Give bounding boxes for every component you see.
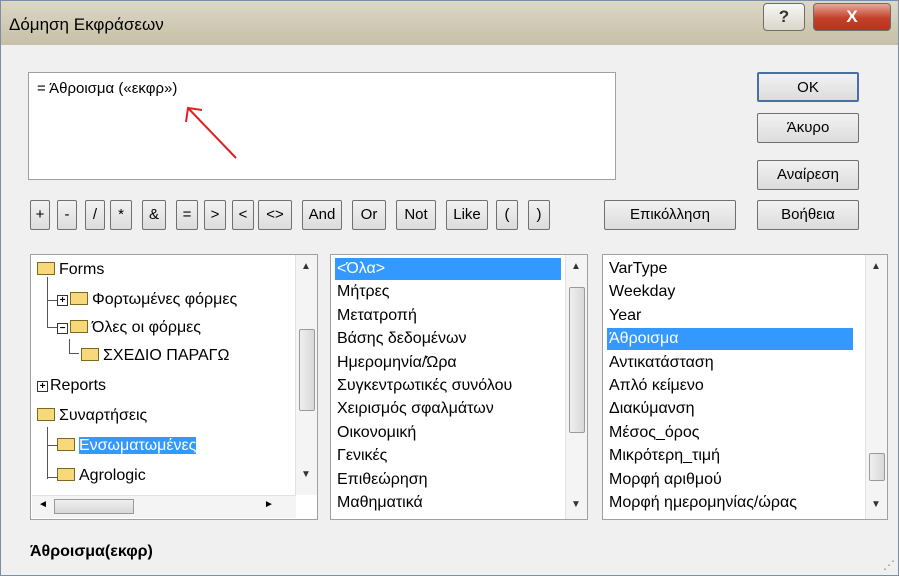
category-item[interactable]: Βάσης δεδομένων (337, 328, 467, 350)
folder-icon (70, 320, 88, 333)
tree-item-loaded-forms[interactable]: + Φορτωμένες φόρμες (57, 289, 237, 311)
expression-input[interactable]: = Άθροισμα («εκφρ») (28, 72, 616, 180)
category-item[interactable]: Μαθηματικά (337, 492, 423, 514)
function-item[interactable]: Weekday (609, 281, 675, 303)
annotation-arrow-icon (185, 106, 237, 159)
category-item[interactable]: Ημερομηνία/Ώρα (337, 352, 457, 374)
folder-icon (57, 468, 75, 481)
function-item[interactable]: VarType (609, 258, 667, 280)
scroll-up-icon[interactable]: ▲ (571, 261, 581, 272)
category-list[interactable]: <Όλα> Μήτρες Μετατροπή Βάσης δεδομένων Ημερο… (330, 254, 588, 520)
paste-button[interactable]: Επικόλληση (604, 200, 736, 230)
help-button[interactable]: Βοήθεια (757, 200, 859, 230)
tree-item-forms[interactable]: Forms (37, 259, 104, 281)
undo-button[interactable]: Αναίρεση (757, 160, 859, 190)
category-vertical-scrollbar[interactable]: ▲ ▼ (565, 255, 587, 519)
category-item[interactable]: Μήτρες (337, 281, 390, 303)
cancel-button[interactable]: Άκυρο (757, 113, 859, 143)
tree-item-builtin-label: Ενσωματωμένες (79, 437, 197, 454)
function-item[interactable]: Μορφή αριθμού (609, 469, 722, 491)
category-item[interactable]: <Όλα> (335, 258, 561, 280)
folder-open-icon (37, 408, 55, 421)
scroll-right-icon[interactable]: ► (264, 499, 274, 510)
tree-horizontal-scrollbar[interactable]: ◄ ► (32, 495, 296, 518)
scroll-thumb[interactable] (299, 329, 315, 411)
tree-item-builtin[interactable]: Ενσωματωμένες (57, 435, 197, 457)
function-item[interactable]: Διακύμανση (609, 398, 694, 420)
scroll-thumb[interactable] (54, 499, 134, 514)
dialog-title: Δόμηση Εκφράσεων (9, 15, 164, 34)
category-item[interactable]: Επιθεώρηση (337, 469, 428, 491)
collapse-minus-icon[interactable]: − (57, 323, 68, 334)
function-vertical-scrollbar[interactable]: ▲ ▼ (865, 255, 887, 519)
expand-plus-icon[interactable]: + (57, 295, 68, 306)
scroll-down-icon[interactable]: ▼ (571, 499, 581, 510)
function-item[interactable]: Απλό κείμενο (609, 375, 704, 397)
expression-text: = Άθροισμα («εκφρ») (37, 80, 178, 97)
operator-button[interactable]: / (85, 200, 105, 230)
operator-button[interactable]: + (30, 200, 50, 230)
function-item[interactable]: Αντικατάσταση (609, 352, 714, 374)
operator-button[interactable]: * (110, 200, 132, 230)
operator-button[interactable]: Not (396, 200, 436, 230)
category-item[interactable]: Μετατροπή (337, 305, 417, 327)
function-item[interactable]: Μικρότερη_τιμή (609, 445, 720, 467)
scroll-thumb[interactable] (569, 287, 585, 433)
tree-item-functions[interactable]: Συναρτήσεις (37, 405, 147, 427)
scroll-down-icon[interactable]: ▼ (301, 469, 311, 480)
scroll-left-icon[interactable]: ◄ (38, 499, 48, 510)
title-help-button[interactable]: ? (763, 3, 805, 31)
function-item[interactable]: Μορφή ημερομηνίας/ώρας (609, 492, 797, 514)
folder-icon (70, 292, 88, 305)
function-item[interactable]: Year (609, 305, 641, 327)
element-tree[interactable]: Forms + Φορτωμένες φόρμες − Όλες οι φόρμες… (30, 254, 318, 520)
operator-button[interactable]: And (302, 200, 342, 230)
operator-button[interactable]: <> (258, 200, 292, 230)
close-button[interactable]: X (813, 3, 891, 31)
title-bar[interactable]: Δόμηση Εκφράσεων ? X (1, 1, 898, 45)
operator-button[interactable]: Like (446, 200, 488, 230)
category-item[interactable]: Χειρισμός σφαλμάτων (337, 398, 494, 420)
operator-button[interactable]: ) (528, 200, 550, 230)
operator-button[interactable]: Or (352, 200, 386, 230)
function-syntax: Άθροισμα(εκφρ) (30, 543, 153, 560)
category-item[interactable]: Οικονομική (337, 422, 416, 444)
resize-grip-icon[interactable]: ⋰ (883, 558, 895, 572)
function-list[interactable]: VarType Weekday Year Άθροισμα Αντικατάσταση Α… (602, 254, 888, 520)
scroll-thumb[interactable] (869, 453, 885, 481)
folder-open-icon (57, 438, 75, 451)
tree-item-all-forms[interactable]: − Όλες οι φόρμες (57, 317, 201, 339)
scroll-down-icon[interactable]: ▼ (871, 499, 881, 510)
scroll-up-icon[interactable]: ▲ (301, 261, 311, 272)
category-item[interactable]: Γενικές (337, 445, 387, 467)
operator-button[interactable]: ( (496, 200, 518, 230)
operator-button[interactable]: > (204, 200, 226, 230)
operator-button[interactable]: - (57, 200, 77, 230)
tree-item-agrologic[interactable]: Agrologic (57, 465, 146, 487)
operator-button[interactable]: & (142, 200, 166, 230)
folder-icon (81, 348, 99, 361)
ok-button[interactable]: OK (757, 72, 859, 102)
tree-vertical-scrollbar[interactable]: ▲ ▼ (295, 255, 317, 495)
scroll-up-icon[interactable]: ▲ (871, 261, 881, 272)
expand-plus-icon[interactable]: + (37, 381, 48, 392)
operator-button[interactable]: = (176, 200, 198, 230)
tree-item-design-form[interactable]: ΣΧΕΔΙΟ ΠΑΡΑΓΩ (81, 345, 229, 367)
category-item[interactable]: Συγκεντρωτικές συνόλου (337, 375, 512, 397)
function-item[interactable]: Άθροισμα (607, 328, 853, 351)
folder-open-icon (37, 262, 55, 275)
tree-item-reports[interactable]: + Reports (37, 375, 106, 397)
operator-button[interactable]: < (232, 200, 254, 230)
function-item[interactable]: Μέσος_όρος (609, 422, 699, 444)
